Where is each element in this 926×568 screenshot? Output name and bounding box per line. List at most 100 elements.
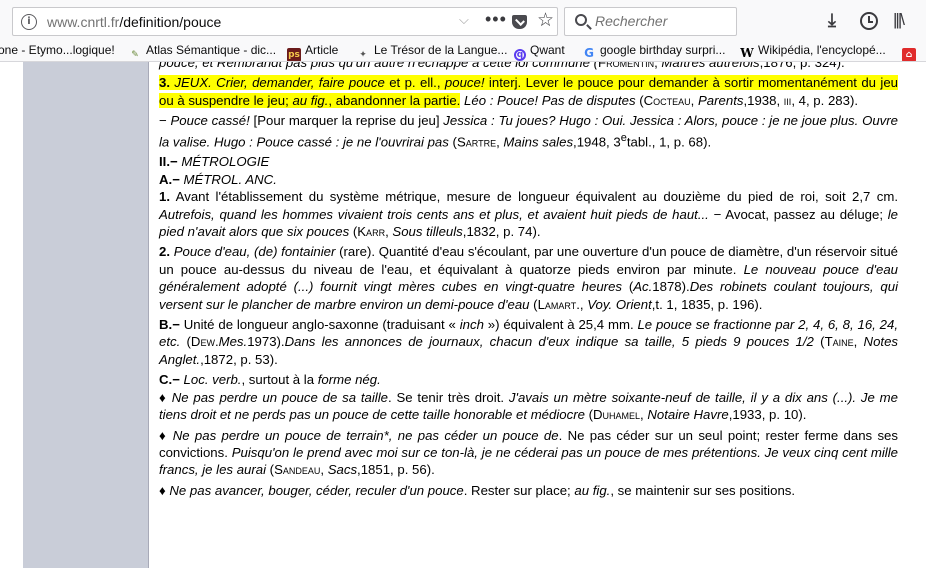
heading-metrologie: II.− MÉTROLOGIE: [159, 153, 898, 170]
text-span: − Avocat, passez au déluge;: [708, 206, 888, 222]
library-icon[interactable]: |||\: [893, 10, 905, 30]
text-span: 1.: [159, 189, 170, 205]
text-span: ,1851, p. 56).: [357, 462, 435, 478]
text-span: 2.: [159, 244, 170, 260]
text-span: Dans les annonces de journaux, chacun d'…: [284, 334, 814, 350]
text-span: tabl., 1, p. 68).: [626, 134, 712, 150]
text-span: Sartre: [456, 134, 497, 150]
text-span: C.−: [159, 372, 180, 388]
chevron-down-icon[interactable]: ⌵: [459, 12, 469, 28]
text-span: Ne pas avancer, bouger, céder, reculer d…: [169, 482, 464, 498]
text-span: Ne pas perdre un pouce de sa taille: [171, 389, 388, 405]
paragraph-inch: B.− Unité de longueur anglo-saxonne (tra…: [159, 316, 898, 368]
text-span: 1973).: [247, 334, 285, 350]
text-span: , surtout à la: [241, 372, 318, 388]
text-span: Pouce cassé!: [170, 113, 250, 129]
text-span: , se maintenir sur ses positions.: [610, 482, 796, 498]
bookmark-item[interactable]: one - Etymo...logique!: [0, 43, 115, 57]
text-span: pouce!: [444, 75, 485, 91]
paragraph-jeux: 3. JEUX. Crier, demander, faire pouce et…: [159, 74, 899, 109]
text-span: −: [159, 113, 171, 129]
star-icon[interactable]: ☆: [537, 9, 554, 32]
bookmark-item[interactable]: q Qwant: [514, 43, 565, 61]
text-span: (: [448, 134, 457, 150]
text-span: ») équivalent à 25,4 mm.: [483, 317, 638, 333]
history-icon[interactable]: [860, 12, 878, 30]
text-span: Cocteau: [643, 92, 691, 108]
text-span: one - Etymo...logique!: [0, 43, 115, 57]
text-span: ,: [690, 92, 698, 108]
qwant-icon: q: [514, 49, 526, 61]
text-span: MÉTROLOGIE: [177, 154, 270, 170]
left-sidebar: [23, 62, 148, 568]
text-span: Parents: [698, 92, 744, 108]
pocket-icon[interactable]: [512, 15, 527, 29]
paragraph-pouce-eau: 2. Pouce d'eau, (de) fontainier (rare). …: [159, 243, 898, 313]
text-span: au fig.: [292, 92, 329, 108]
text-span: Le Trésor de la Langue...: [374, 43, 508, 57]
more-icon[interactable]: •••: [485, 9, 507, 30]
search-icon: [575, 14, 587, 26]
bookmark-item[interactable]: ✎ Atlas Sémantique - dic...: [128, 43, 277, 61]
text-span: ,1948, 3: [573, 134, 621, 150]
text-span: (: [813, 334, 825, 350]
search-bar[interactable]: [564, 7, 737, 36]
url-host: www.cnrtl.fr: [47, 14, 120, 30]
browser-toolbar: i www.cnrtl.fr/definition/pouce ⌵ ••• ☆ …: [0, 0, 926, 40]
paragraph-terrain: ♦ Ne pas perdre un pouce de terrain*, ne…: [159, 427, 898, 479]
search-input[interactable]: [595, 13, 730, 29]
wikipedia-icon: W: [740, 46, 754, 60]
paragraph-avancer: ♦ Ne pas avancer, bouger, céder, reculer…: [159, 482, 898, 499]
text-span: Qwant: [530, 43, 565, 57]
text-span: ,1876, p. 324).: [759, 62, 845, 70]
text-span: ,1832, p. 74).: [462, 224, 541, 240]
text-span: Wikipédia, l'encyclopé...: [758, 43, 886, 57]
text-span: . Rester sur place;: [463, 482, 575, 498]
paragraph-loc-verb: C.− Loc. verb., surtout à la forme nég. ♦…: [159, 371, 898, 423]
text-span: (: [635, 92, 644, 108]
divider: [148, 62, 149, 568]
leaf-icon: ✎: [131, 50, 139, 60]
bookmark-item[interactable]: ps Article: [287, 43, 339, 61]
url-bar[interactable]: i www.cnrtl.fr/definition/pouce ⌵ ••• ☆: [12, 7, 558, 36]
url-text[interactable]: www.cnrtl.fr/definition/pouce: [47, 14, 221, 30]
heading-metrol-anc: A.− MÉTROL. ANC.: [159, 171, 898, 188]
text-span: Unité de longueur anglo-saxonne (traduis…: [179, 317, 460, 333]
text-span: et p. ell.,: [389, 75, 445, 91]
text-span: au fig.: [574, 482, 611, 498]
text-span: Taine: [824, 334, 854, 350]
text-span: Lamart.: [537, 296, 580, 312]
text-span: Mains sales: [503, 134, 574, 150]
text-span: (: [266, 462, 275, 478]
bookmark-item[interactable]: ✦ Le Trésor de la Langue...: [356, 43, 508, 61]
text-span: Léo : Pouce! Pas de disputes: [460, 92, 636, 108]
article-icon: ps: [287, 48, 301, 61]
text-span: MÉTROL. ANC.: [179, 171, 277, 187]
text-span: B.−: [159, 317, 180, 333]
page-viewport[interactable]: pouce, et Rembrandt pas plus qu'un autre…: [0, 62, 926, 568]
download-icon[interactable]: ⤓: [828, 10, 836, 30]
text-span: inch: [459, 317, 484, 333]
text-span: (: [529, 296, 538, 312]
text-span: ♦: [159, 482, 170, 498]
text-span: (: [180, 334, 191, 350]
text-span: Article: [305, 43, 339, 57]
text-span: ♦: [159, 427, 173, 443]
text-span: google birthday surpri...: [600, 43, 726, 57]
text-span: ,1938,: [743, 92, 784, 108]
bookmark-item[interactable]: W Wikipédia, l'encyclopé...: [740, 43, 886, 60]
text-span: (: [584, 407, 593, 423]
bookmark-item[interactable]: ⌂: [902, 43, 920, 61]
text-span: JEUX. Crier, demander, faire pouce: [170, 75, 390, 91]
text-span: [Pour marquer la reprise du jeu]: [249, 113, 444, 129]
text-span: Ne pas perdre un pouce de terrain*, ne p…: [172, 427, 559, 443]
info-icon[interactable]: i: [21, 14, 37, 30]
pdf-icon: ⌂: [902, 48, 916, 61]
text-span: Atlas Sémantique - dic...: [146, 43, 277, 57]
text-span: Duhamel: [593, 407, 641, 423]
text-span: Autrefois, quand les hommes vivaient tro…: [159, 206, 709, 222]
text-span: ♦: [159, 389, 172, 405]
text-span: forme nég.: [317, 372, 381, 388]
bookmark-item[interactable]: Ggoogle birthday surpri...: [582, 43, 725, 60]
text-span: , abandonner la partie.: [328, 92, 461, 108]
